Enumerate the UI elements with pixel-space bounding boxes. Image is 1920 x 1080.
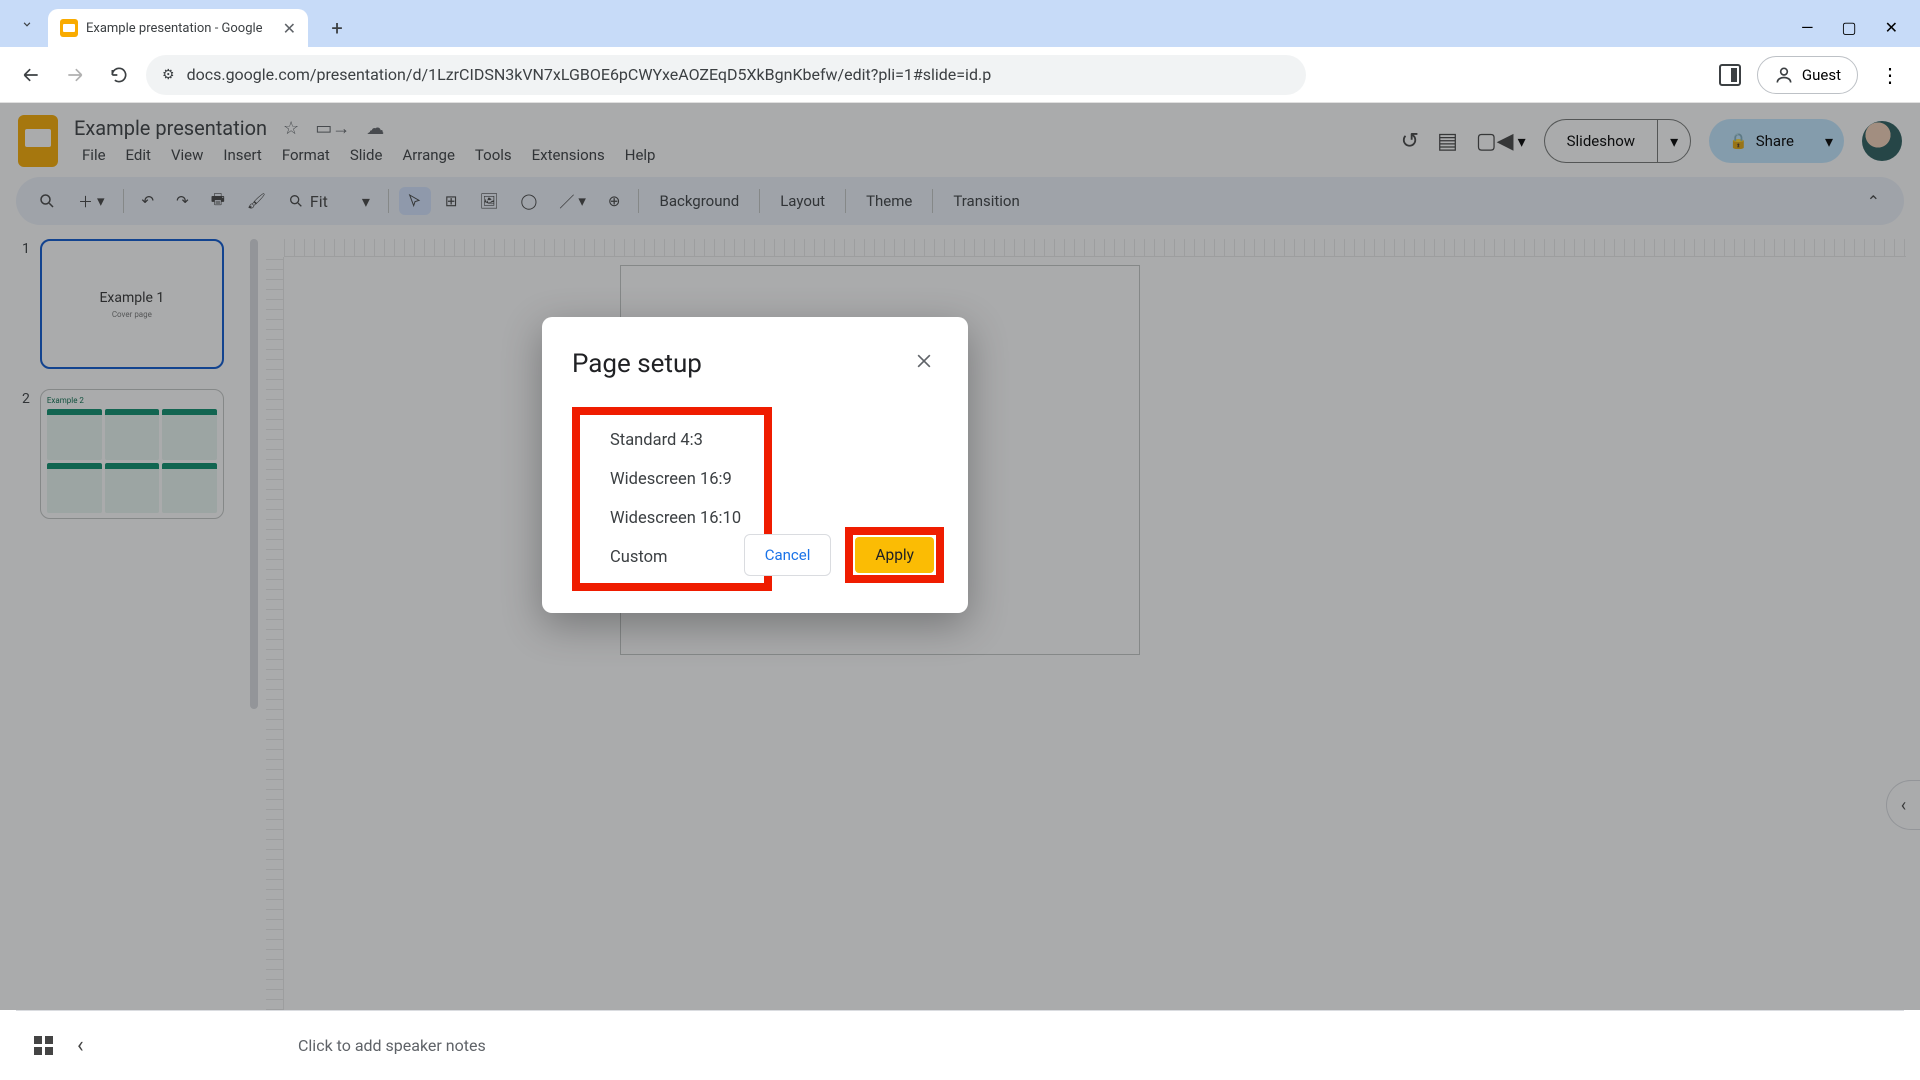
side-panel-icon[interactable] (1719, 64, 1741, 86)
guest-avatar-icon (1774, 65, 1794, 85)
close-icon (914, 351, 934, 371)
option-widescreen-16-10[interactable]: Widescreen 16:10 (610, 499, 742, 538)
browser-tab[interactable]: Example presentation - Google ✕ (48, 9, 308, 47)
maximize-icon[interactable]: ▢ (1841, 18, 1856, 37)
apply-highlight-box: Apply (845, 527, 944, 583)
browser-menu-button[interactable]: ⋮ (1874, 57, 1906, 93)
chevron-down-icon (20, 17, 34, 31)
page-setup-dialog: Page setup Standard 4:3 Widescreen 16:9 … (542, 317, 968, 613)
address-bar[interactable]: ⚙ docs.google.com/presentation/d/1LzrCID… (146, 55, 1306, 95)
window-controls: — ▢ ✕ (1801, 18, 1920, 47)
tab-close-icon[interactable]: ✕ (283, 19, 296, 38)
reload-icon (109, 65, 129, 85)
option-standard-4-3[interactable]: Standard 4:3 (610, 421, 742, 460)
tablist-caret[interactable] (10, 7, 44, 41)
browser-toolbar: ⚙ docs.google.com/presentation/d/1LzrCID… (0, 47, 1920, 103)
nav-forward-button[interactable] (58, 58, 92, 92)
dialog-close-button[interactable] (910, 347, 938, 381)
apply-button[interactable]: Apply (855, 537, 934, 573)
close-window-icon[interactable]: ✕ (1885, 18, 1898, 37)
tab-title: Example presentation - Google (86, 21, 275, 36)
dialog-title: Page setup (572, 349, 702, 379)
cancel-button[interactable]: Cancel (744, 534, 832, 576)
guest-label: Guest (1802, 66, 1841, 84)
site-settings-icon[interactable]: ⚙ (162, 67, 175, 83)
arrow-left-icon (21, 65, 41, 85)
apply-label: Apply (875, 546, 914, 564)
aspect-ratio-dropdown-list: Standard 4:3 Widescreen 16:9 Widescreen … (572, 407, 772, 591)
speaker-notes-bar: ‹ Click to add speaker notes (16, 1010, 1904, 1080)
new-tab-button[interactable]: + (322, 13, 352, 43)
slides-favicon-icon (60, 19, 78, 37)
prev-slide-icon[interactable]: ‹ (77, 1033, 84, 1058)
option-custom[interactable]: Custom (610, 538, 742, 577)
cancel-label: Cancel (765, 546, 811, 564)
nav-back-button[interactable] (14, 58, 48, 92)
speaker-notes-input[interactable]: Click to add speaker notes (276, 1036, 486, 1055)
browser-tabstrip: Example presentation - Google ✕ + — ▢ ✕ (0, 0, 1920, 47)
url-text: docs.google.com/presentation/d/1LzrCIDSN… (187, 65, 992, 84)
minimize-icon[interactable]: — (1801, 18, 1814, 37)
reload-button[interactable] (102, 58, 136, 92)
arrow-right-icon (65, 65, 85, 85)
grid-view-icon[interactable] (34, 1036, 53, 1055)
option-widescreen-16-9[interactable]: Widescreen 16:9 (610, 460, 742, 499)
profile-chip[interactable]: Guest (1757, 56, 1858, 94)
